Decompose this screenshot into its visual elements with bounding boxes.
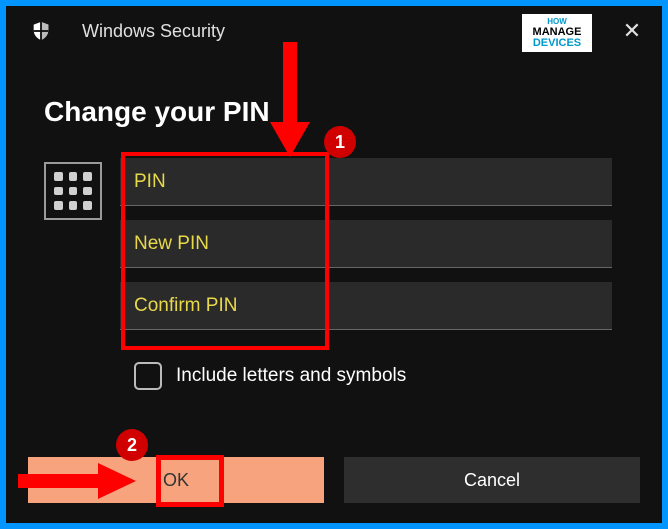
keypad-icon [44,162,102,220]
windows-security-dialog: Windows Security ✕ HOW MANAGE DEVICES Ch… [6,6,662,523]
pin-form [44,158,662,344]
current-pin-input[interactable] [120,158,612,206]
include-symbols-row: Include letters and symbols [134,362,662,390]
shield-icon [30,20,52,42]
titlebar: Windows Security ✕ HOW MANAGE DEVICES [6,6,662,56]
app-title: Windows Security [82,21,225,42]
annotation-badge-1: 1 [324,126,356,158]
close-button[interactable]: ✕ [612,16,652,46]
include-symbols-label: Include letters and symbols [176,365,406,387]
button-row: OK Cancel [28,457,640,503]
new-pin-input[interactable] [120,220,612,268]
input-group [120,158,612,344]
include-symbols-checkbox[interactable] [134,362,162,390]
dialog-heading: Change your PIN [44,96,662,128]
confirm-pin-input[interactable] [120,282,612,330]
cancel-button[interactable]: Cancel [344,457,640,503]
ok-button[interactable]: OK [28,457,324,503]
watermark-logo: HOW MANAGE DEVICES [522,14,592,52]
